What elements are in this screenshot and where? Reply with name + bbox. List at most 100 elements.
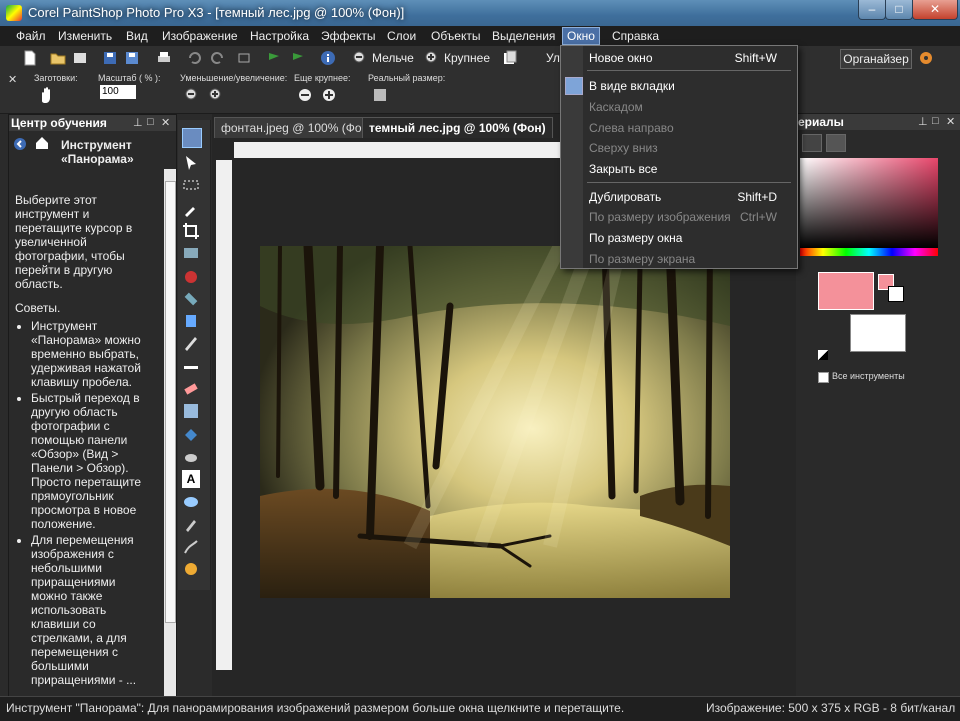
all-tools-checkbox[interactable]	[818, 372, 829, 383]
menu-item-cascade[interactable]: Каскадом	[589, 100, 789, 114]
menu-layers[interactable]: Слои	[383, 28, 420, 44]
gear-icon[interactable]	[918, 50, 934, 66]
zoom-in-icon[interactable]	[424, 50, 440, 66]
close-panel-icon[interactable]: ✕	[161, 116, 170, 129]
tab-dark-forest[interactable]: темный лес.jpg @ 100% (Фон)	[362, 117, 553, 138]
menu-image[interactable]: Изображение	[158, 28, 242, 44]
tab-fountain[interactable]: фонтан.jpeg @ 100% (Фон)	[214, 117, 380, 138]
window-menu-dropdown: Новое окно Shift+W В виде вкладки Каскад…	[560, 45, 798, 269]
save-as-icon[interactable]	[124, 50, 140, 66]
browse-icon[interactable]	[72, 50, 88, 66]
eraser-tool-icon[interactable]	[182, 380, 200, 398]
minimize-button[interactable]: –	[858, 0, 886, 20]
menu-item-tabbed[interactable]: В виде вкладки	[589, 79, 789, 93]
menu-view[interactable]: Вид	[122, 28, 152, 44]
menu-item-shortcut: Shift+D	[737, 190, 777, 204]
plus-circle-icon[interactable]	[322, 88, 336, 102]
zoom-out-icon[interactable]	[352, 50, 368, 66]
manage-icon[interactable]	[502, 50, 518, 66]
close-options-icon[interactable]: ✕	[8, 73, 17, 86]
menu-edit[interactable]: Изменить	[54, 28, 116, 44]
open-folder-icon[interactable]	[50, 50, 66, 66]
menu-item-new-window[interactable]: Новое окно Shift+W	[589, 51, 789, 65]
menu-item-label: Закрыть все	[589, 162, 658, 176]
swatches-tab-icon[interactable]	[826, 134, 846, 152]
zoom-out-label[interactable]: Мельче	[372, 51, 414, 65]
hue-slider[interactable]	[800, 248, 938, 256]
fill-tool-icon[interactable]	[182, 426, 200, 444]
back-arrow-icon[interactable]	[13, 137, 27, 151]
flag2-icon[interactable]	[290, 50, 306, 66]
picture-tube-icon[interactable]	[182, 560, 200, 578]
forest-photo[interactable]	[260, 246, 730, 598]
zoom-out-step-icon[interactable]	[184, 87, 200, 103]
menu-item-label: По размеру изображения	[589, 210, 731, 224]
minus-circle-icon[interactable]	[298, 88, 312, 102]
redo-icon[interactable]	[210, 50, 226, 66]
menu-item-tile-vertical[interactable]: Сверху вниз	[589, 141, 789, 155]
dropper-tool-icon[interactable]	[182, 200, 200, 218]
straighten-tool-icon[interactable]	[182, 244, 200, 262]
new-file-icon[interactable]	[22, 50, 38, 66]
foreground-color-swatch[interactable]	[818, 272, 874, 310]
menu-effects[interactable]: Эффекты	[317, 28, 380, 44]
zoom-in-step-icon[interactable]	[208, 87, 224, 103]
color-changer-icon[interactable]	[182, 448, 200, 466]
pin-icon[interactable]: ⊥	[133, 116, 143, 129]
menu-item-close-all[interactable]: Закрыть все	[589, 162, 789, 176]
menu-adjust[interactable]: Настройка	[246, 28, 313, 44]
text-tool-icon[interactable]: A	[182, 470, 200, 488]
reset-colors-icon[interactable]	[818, 350, 828, 360]
home-icon[interactable]	[35, 136, 49, 150]
pen-tool-icon[interactable]	[182, 516, 200, 534]
red-eye-tool-icon[interactable]	[182, 268, 200, 286]
shape-tool-icon[interactable]	[182, 494, 200, 512]
background-color-swatch[interactable]	[850, 314, 906, 352]
close-panel-icon[interactable]: ✕	[946, 115, 955, 128]
pick-tool-icon[interactable]	[182, 154, 200, 172]
retouch-tool-icon[interactable]	[182, 358, 200, 376]
hand-preset-icon[interactable]	[36, 85, 56, 105]
tool-options-bar: ✕ Заготовки: Масштаб ( % ): 100 Уменьшен…	[0, 71, 960, 114]
menu-selections[interactable]: Выделения	[488, 28, 559, 44]
pan-tool-icon[interactable]	[182, 128, 202, 148]
menu-file[interactable]: Файл	[12, 28, 50, 44]
restore-panel-icon[interactable]: □	[932, 115, 939, 127]
clone-tool-icon[interactable]	[182, 312, 200, 330]
menu-item-fit-image[interactable]: По размеру изображения Ctrl+W	[589, 210, 789, 224]
scale-input[interactable]: 100	[100, 85, 136, 99]
maximize-button[interactable]: □	[885, 0, 913, 20]
menu-objects[interactable]: Объекты	[427, 28, 485, 44]
info-icon[interactable]	[320, 50, 336, 66]
bandage-tool-icon[interactable]	[182, 290, 200, 308]
undo-icon[interactable]	[186, 50, 202, 66]
background-eraser-icon[interactable]	[182, 402, 200, 420]
selection-tool-icon[interactable]	[182, 176, 200, 194]
menu-item-fit-window[interactable]: По размеру окна	[589, 231, 789, 245]
menu-window[interactable]: Окно	[562, 27, 600, 45]
menu-help[interactable]: Справка	[608, 28, 663, 44]
crop-tool-icon[interactable]	[182, 222, 200, 240]
repeat-icon[interactable]	[236, 50, 252, 66]
menu-item-duplicate[interactable]: Дублировать Shift+D	[589, 190, 789, 204]
paint-brush-tool-icon[interactable]	[182, 334, 200, 352]
print-icon[interactable]	[156, 50, 172, 66]
save-icon[interactable]	[102, 50, 118, 66]
spectrum-tab-icon[interactable]	[802, 134, 822, 152]
flag-icon[interactable]	[266, 50, 282, 66]
menu-item-fit-screen[interactable]: По размеру экрана	[589, 252, 789, 266]
color-picker-field[interactable]	[800, 158, 938, 248]
restore-panel-icon[interactable]: □	[147, 116, 154, 128]
learning-scrollbar[interactable]	[164, 169, 176, 697]
zoom-in-label[interactable]: Крупнее	[444, 51, 490, 65]
organizer-button[interactable]: Органайзер	[840, 49, 912, 69]
background-mini-swatch[interactable]	[888, 286, 904, 302]
toolbar-truncated-label[interactable]: Ул	[546, 51, 560, 65]
actual-size-icon[interactable]	[372, 87, 388, 103]
close-button[interactable]: ✕	[912, 0, 958, 20]
forest-photo-svg	[260, 246, 730, 598]
scrollbar-thumb[interactable]	[165, 181, 176, 623]
menu-item-tile-horizontal[interactable]: Слева направо	[589, 121, 789, 135]
pin-icon[interactable]: ⊥	[918, 115, 928, 128]
warp-brush-icon[interactable]	[182, 538, 200, 556]
